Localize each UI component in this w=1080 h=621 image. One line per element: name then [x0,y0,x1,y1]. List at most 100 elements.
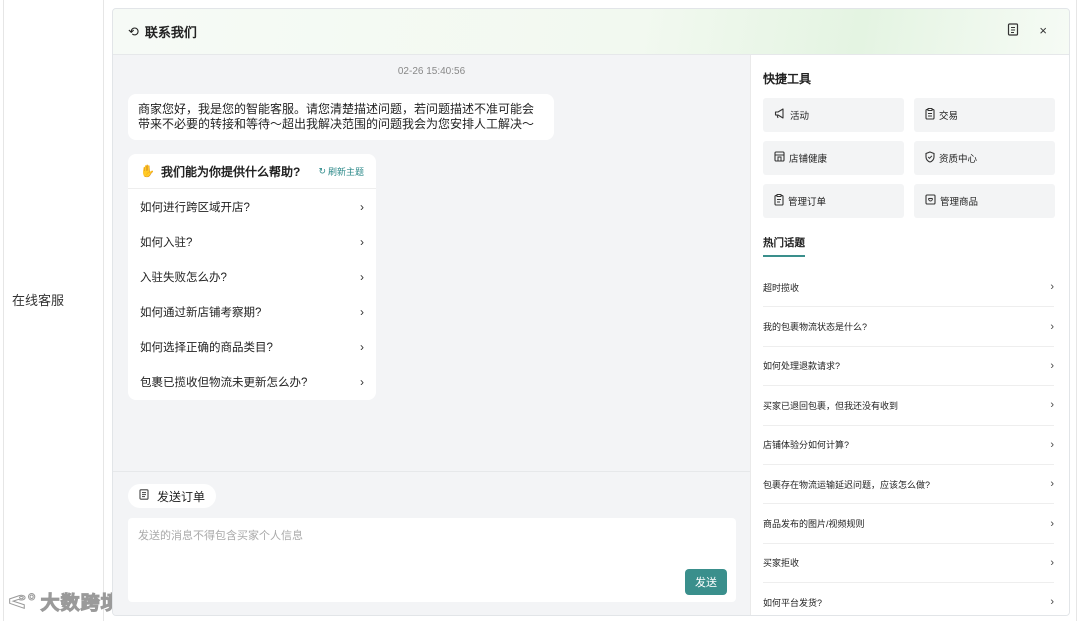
chevron-right-icon: › [1050,320,1054,333]
tool-manage-products[interactable]: 管理商品 [914,184,1055,218]
hot-topic-label: 超时揽收 [763,282,800,293]
hot-topic-label: 我的包裹物流状态是什么? [763,322,868,333]
faq-item-label: 如何通过新店铺考察期? [140,306,262,319]
refresh-label: 刷新主题 [327,166,364,177]
close-icon[interactable]: × [1039,23,1047,39]
composer: 发送订单 发送 [113,471,750,615]
tool-activity[interactable]: 活动 [763,98,904,132]
message-timestamp: 02-26 15:40:56 [397,66,466,77]
send-order-label: 发送订单 [157,489,206,504]
hot-topic-item[interactable]: 店铺体验分如何计算? › [763,426,1054,465]
right-edge-divider [1076,0,1080,621]
faq-item[interactable]: 入驻失败怎么办? › [128,259,376,294]
chevron-right-icon: › [1050,359,1054,372]
tool-label: 管理商品 [940,197,979,208]
send-button[interactable]: 发送 [685,569,727,595]
greeting-bubble: 商家您好，我是您的智能客服。请您清楚描述问题，若问题描述不准可能会带来不必要的转… [128,94,554,140]
hot-topic-label: 店铺体验分如何计算? [763,440,850,451]
tool-label: 活动 [790,111,810,122]
dialog-title-text: 联系我们 [144,25,197,40]
chevron-right-icon: › [360,269,364,284]
megaphone-icon [774,108,786,122]
faq-item[interactable]: 如何进行跨区域开店? › [128,189,376,224]
shield-icon [925,150,935,166]
contact-dialog: ⟲ 联系我们 × 02-26 15:40:56 商家您好，我是您的智能客服。请您… [112,8,1070,616]
faq-item-label: 如何进行跨区域开店? [140,201,250,214]
document-icon [139,489,149,503]
chat-panel: 02-26 15:40:56 商家您好，我是您的智能客服。请您清楚描述问题，若问… [113,55,750,615]
faq-card: ✋ 我们能为你提供什么帮助? ↻ 刷新主题 如何进行跨区域开店? › 如何入驻? ›… [128,154,376,400]
hot-topic-label: 买家拒收 [763,558,800,569]
faq-item[interactable]: 包裹已揽收但物流未更新怎么办? › [128,364,376,399]
hot-topic-label: 买家已退回包裹，但我还没有收到 [763,400,899,411]
message-input-box [128,518,736,602]
dialog-title: ⟲ 联系我们 [128,22,197,41]
hot-topics-tab[interactable]: 热门话题 [763,235,805,257]
chevron-right-icon: › [1050,556,1054,569]
hot-topic-item[interactable]: 如何平台发货? › [763,583,1054,615]
quick-tools-title: 快捷工具 [763,72,812,86]
sidebar: 快捷工具 活动 交易 店铺健康 资质中心 管理订单 管理商品 热门话题 超时揽收… [750,55,1069,615]
chevron-right-icon: › [360,234,364,249]
left-label: 在线客服 [12,293,65,308]
faq-title: 我们能为你提供什么帮助? [160,164,301,179]
chevron-right-icon: › [360,199,364,214]
chevron-right-icon: › [360,339,364,354]
order-icon [774,193,784,209]
faq-item-label: 如何选择正确的商品类目? [140,341,273,354]
tool-label: 交易 [939,111,959,122]
left-column: 在线客服 [3,0,104,621]
tool-label: 资质中心 [939,154,978,165]
hot-topic-label: 如何平台发货? [763,597,823,608]
hot-topic-label: 如何处理退款请求? [763,361,841,372]
chevron-right-icon: › [1050,478,1054,491]
faq-item[interactable]: 如何通过新店铺考察期? › [128,294,376,329]
hot-topic-item[interactable]: 包裹存在物流运输延迟问题，应该怎么做? › [763,465,1054,505]
hot-topic-item[interactable]: 买家拒收 › [763,544,1054,584]
chevron-right-icon: › [1050,596,1054,609]
tool-label: 管理订单 [788,197,827,208]
page: 在线客服 ᕙ° 大数跨境 ⟲ 联系我们 × 02-26 15:40:56 商家您… [0,0,1080,621]
chevron-right-icon: › [360,304,364,319]
tool-store-health[interactable]: 店铺健康 [763,141,904,175]
watermark-text: 大数跨境 [40,593,121,615]
refresh-topics-button[interactable]: ↻ 刷新主题 [318,165,364,178]
chevron-right-icon: › [1050,438,1054,451]
faq-header: ✋ 我们能为你提供什么帮助? ↻ 刷新主题 [128,154,376,189]
quick-tools-grid: 活动 交易 店铺健康 资质中心 管理订单 管理商品 [763,98,1055,218]
hot-topic-label: 包裹存在物流运输延迟问题，应该怎么做? [763,479,931,490]
refresh-icon: ↻ [318,165,326,176]
watermark-logo-icon: ᕙ° [8,591,37,614]
watermark: ᕙ° 大数跨境 [8,588,121,615]
tool-qualification-center[interactable]: 资质中心 [914,141,1055,175]
tool-manage-orders[interactable]: 管理订单 [763,184,904,218]
tool-trade[interactable]: 交易 [914,98,1055,132]
faq-item-label: 入驻失败怎么办? [140,271,227,284]
faq-item-label: 包裹已揽收但物流未更新怎么办? [140,376,308,389]
chevron-right-icon: › [1050,517,1054,530]
header-buttons: × [1007,23,1047,39]
chevron-right-icon: › [360,374,364,389]
message-input[interactable] [128,518,736,602]
clipboard-icon [925,107,935,123]
headset-icon: ⟲ [128,23,139,39]
hot-topic-label: 商品发布的图片/视频规则 [763,519,865,530]
faq-item[interactable]: 如何入驻? › [128,224,376,259]
hot-topics-list: 超时揽收 › 我的包裹物流状态是什么? › 如何处理退款请求? › 买家已退回包裹，但… [763,268,1054,615]
hot-topic-item[interactable]: 买家已退回包裹，但我还没有收到 › [763,386,1054,426]
chevron-right-icon: › [1050,399,1054,412]
faq-item[interactable]: 如何选择正确的商品类目? › [128,329,376,364]
hot-topic-item[interactable]: 我的包裹物流状态是什么? › [763,307,1054,347]
notes-icon[interactable] [1007,23,1019,39]
robot-wave-icon: ✋ [140,164,155,178]
box-icon [925,194,936,208]
tool-label: 店铺健康 [789,154,828,165]
chevron-right-icon: › [1050,281,1054,294]
hot-topic-item[interactable]: 超时揽收 › [763,268,1054,308]
store-icon [774,151,785,165]
faq-item-label: 如何入驻? [140,236,193,249]
send-order-button[interactable]: 发送订单 [128,484,217,508]
dialog-header: ⟲ 联系我们 × [113,9,1069,55]
hot-topic-item[interactable]: 商品发布的图片/视频规则 › [763,504,1054,544]
hot-topic-item[interactable]: 如何处理退款请求? › [763,347,1054,387]
